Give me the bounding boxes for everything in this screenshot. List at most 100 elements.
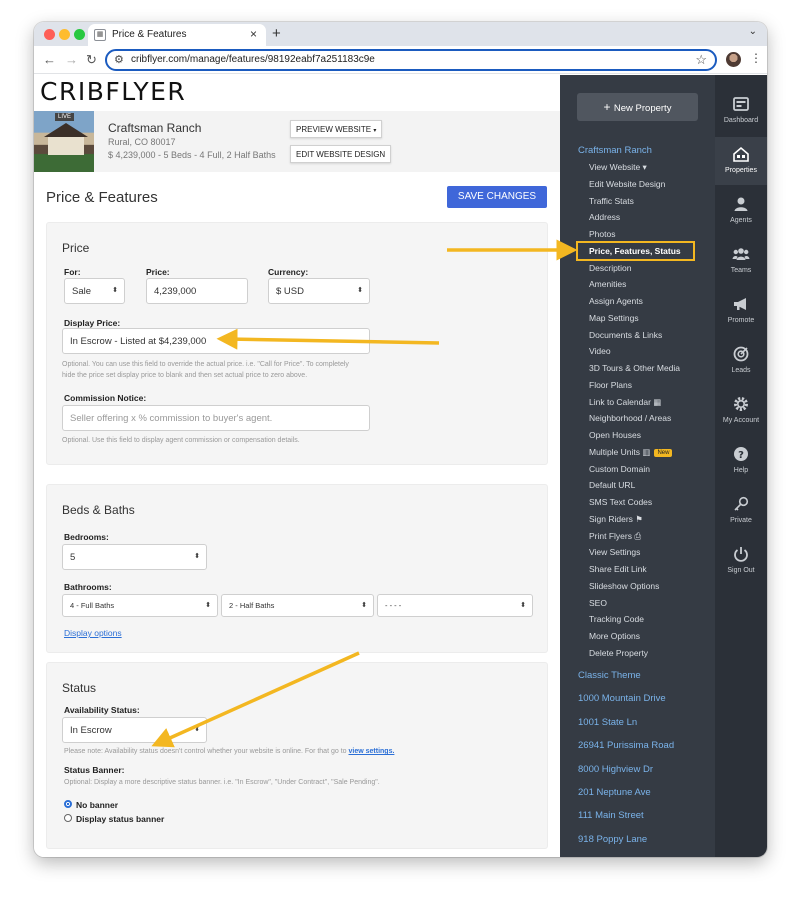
rail-label: Teams <box>730 267 752 274</box>
sidebar-item-slideshow-options[interactable]: Slideshow Options <box>589 581 659 591</box>
for-select[interactable]: Sale ⬍ <box>64 278 125 304</box>
sidebar-item-delete-property[interactable]: Delete Property <box>589 648 648 658</box>
sidebar-item-link-to-calendar[interactable]: Link to Calendar ▦ <box>589 397 661 408</box>
edit-website-design-button[interactable]: EDIT WEBSITE DESIGN <box>290 145 392 163</box>
close-window-button[interactable] <box>44 29 55 40</box>
select-arrows-icon: ⬍ <box>194 726 200 733</box>
property-link-26941-purissima-road[interactable]: 26941 Purissima Road <box>578 740 674 751</box>
property-link-8000-highview-dr[interactable]: 8000 Highview Dr <box>578 764 653 775</box>
sidebar-item-open-houses[interactable]: Open Houses <box>589 430 641 440</box>
rail-item-promote[interactable]: Promote <box>715 287 767 335</box>
no-banner-label[interactable]: No banner <box>76 800 118 810</box>
flag-icon: ⚑ <box>632 513 643 524</box>
full-baths-select[interactable]: 4 - Full Baths ⬍ <box>62 594 218 617</box>
other-baths-select[interactable]: - - - - ⬍ <box>377 594 533 617</box>
page-viewport: CRIBFLYER LIVE Craftsman Ranch Rural, CO… <box>34 75 767 857</box>
commission-input[interactable]: Seller offering x % commission to buyer'… <box>62 405 370 431</box>
sidebar-item-label: Sign Riders <box>589 513 633 524</box>
new-property-button[interactable]: + New Property <box>577 93 698 121</box>
rail-item-my-account[interactable]: My Account <box>715 387 767 435</box>
zoom-window-button[interactable] <box>74 29 85 40</box>
property-link-classic-theme[interactable]: Classic Theme <box>578 670 641 681</box>
bedrooms-select[interactable]: 5 ⬍ <box>62 544 207 570</box>
rail-item-dashboard[interactable]: Dashboard <box>715 87 767 135</box>
sidebar-item-label: SEO <box>589 597 607 608</box>
sidebar-item-neighborhood-areas[interactable]: Neighborhood / Areas <box>589 413 671 423</box>
no-banner-radio[interactable] <box>64 800 72 808</box>
property-link-111-main-street[interactable]: 111 Main Street <box>578 810 644 821</box>
sidebar-item-multiple-units[interactable]: Multiple Units ▥ New <box>589 447 673 458</box>
sidebar-item-edit-website-design[interactable]: Edit Website Design <box>589 179 665 189</box>
price-input[interactable]: 4,239,000 <box>146 278 248 304</box>
currency-select[interactable]: $ USD ⬍ <box>268 278 370 304</box>
sidebar-item-label: SMS Text Codes <box>589 497 653 507</box>
rail-item-private[interactable]: Private <box>715 487 767 535</box>
view-settings-link[interactable]: view settings. <box>349 748 395 755</box>
sidebar-item-view-settings[interactable]: View Settings <box>589 547 640 557</box>
property-thumbnail[interactable]: LIVE <box>34 111 94 172</box>
close-tab-icon[interactable]: × <box>250 27 257 41</box>
rail-item-help[interactable]: ? Help <box>715 437 767 485</box>
sidebar-item-amenities[interactable]: Amenities <box>589 279 626 289</box>
save-changes-button[interactable]: SAVE CHANGES <box>447 186 547 208</box>
new-badge: New <box>654 448 673 457</box>
sidebar-item-floor-plans[interactable]: Floor Plans <box>589 380 632 390</box>
rail-item-sign-out[interactable]: Sign Out <box>715 537 767 585</box>
sidebar-item-default-url[interactable]: Default URL <box>589 480 635 490</box>
bookmark-star-icon[interactable]: ☆ <box>695 52 707 68</box>
sidebar-item-custom-domain[interactable]: Custom Domain <box>589 464 650 474</box>
sidebar-item-label: Video <box>589 346 611 357</box>
availability-select[interactable]: In Escrow ⬍ <box>62 717 207 743</box>
sidebar-item-3d-tours-other-media[interactable]: 3D Tours & Other Media <box>589 363 680 373</box>
sidebar-item-description[interactable]: Description <box>589 263 632 273</box>
sidebar-item-more-options[interactable]: More Options <box>589 631 640 641</box>
display-banner-radio[interactable] <box>64 814 72 822</box>
sidebar-item-view-website[interactable]: View Website ▾ <box>589 162 647 173</box>
cribflyer-logo[interactable]: CRIBFLYER <box>40 77 186 106</box>
property-link-1001-state-ln[interactable]: 1001 State Ln <box>578 717 637 728</box>
back-arrow-icon[interactable]: ← <box>43 52 56 67</box>
sidebar-item-sms-text-codes[interactable]: SMS Text Codes <box>589 497 652 507</box>
sidebar-item-label: Print Flyers <box>589 530 632 541</box>
sidebar-item-seo[interactable]: SEO <box>589 598 607 608</box>
property-link-1000-mountain-drive[interactable]: 1000 Mountain Drive <box>578 693 666 704</box>
sidebar-item-print-flyers[interactable]: Print Flyers ⎙ <box>589 531 641 542</box>
half-baths-select[interactable]: 2 - Half Baths ⬍ <box>221 594 374 617</box>
rail-item-teams[interactable]: Teams <box>715 237 767 285</box>
display-banner-label[interactable]: Display status banner <box>76 814 164 824</box>
forward-arrow-icon[interactable]: → <box>65 52 78 67</box>
sidebar-item-traffic-stats[interactable]: Traffic Stats <box>589 196 634 206</box>
price-card: Price For: Sale ⬍ Price: 4,239,000 Curre… <box>46 222 548 465</box>
sidebar-item-sign-riders[interactable]: Sign Riders ⚑ <box>589 514 643 525</box>
url-bar[interactable]: ⚙ cribflyer.com/manage/features/98192eab… <box>105 49 717 71</box>
tab-list-chevron-icon[interactable]: ⌄ <box>749 26 757 37</box>
browser-tab[interactable]: ▦ Price & Features × <box>88 24 266 46</box>
sidebar-item-video[interactable]: Video <box>589 346 611 356</box>
property-link-918-poppy-lane[interactable]: 918 Poppy Lane <box>578 834 647 845</box>
sidebar-item-documents-links[interactable]: Documents & Links <box>589 330 662 340</box>
sidebar-item-assign-agents[interactable]: Assign Agents <box>589 296 643 306</box>
url-text[interactable]: cribflyer.com/manage/features/98192eabf7… <box>131 54 375 65</box>
sidebar-item-label: Price, Features, Status <box>589 245 681 256</box>
sidebar-item-address[interactable]: Address <box>589 212 620 222</box>
sidebar-item-map-settings[interactable]: Map Settings <box>589 313 639 323</box>
browser-menu-icon[interactable]: ⋮ <box>750 51 762 65</box>
display-options-link[interactable]: Display options <box>64 628 122 639</box>
site-settings-icon[interactable]: ⚙ <box>114 53 124 66</box>
sidebar-item-photos[interactable]: Photos <box>589 229 615 239</box>
preview-website-button[interactable]: PREVIEW WEBSITE ▾ <box>290 120 383 138</box>
minimize-window-button[interactable] <box>59 29 70 40</box>
property-link-201-neptune-ave[interactable]: 201 Neptune Ave <box>578 787 651 798</box>
rail-item-properties[interactable]: Properties <box>715 137 767 185</box>
sidebar-item-share-edit-link[interactable]: Share Edit Link <box>589 564 647 574</box>
reload-icon[interactable]: ↻ <box>86 52 97 68</box>
sidebar-item-tracking-code[interactable]: Tracking Code <box>589 614 644 624</box>
new-tab-icon[interactable]: + <box>272 25 281 42</box>
current-property-link[interactable]: Craftsman Ranch <box>578 145 652 156</box>
sidebar-item-price-features-status[interactable]: Price, Features, Status <box>576 240 695 261</box>
profile-avatar[interactable] <box>726 52 741 67</box>
rail-item-leads[interactable]: Leads <box>715 337 767 385</box>
bathrooms-label: Bathrooms: <box>64 582 112 592</box>
display-price-input[interactable]: In Escrow - Listed at $4,239,000 <box>62 328 370 354</box>
rail-item-agents[interactable]: Agents <box>715 187 767 235</box>
